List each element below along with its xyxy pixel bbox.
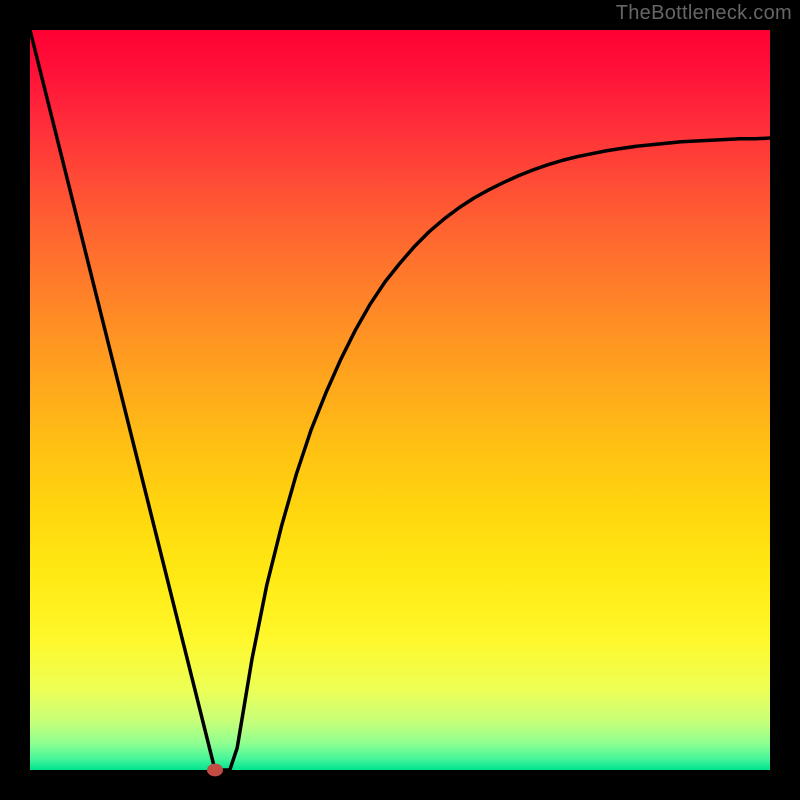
gradient-background	[30, 30, 770, 770]
watermark-label: TheBottleneck.com	[616, 2, 792, 25]
bottleneck-chart	[0, 0, 800, 800]
chart-container: TheBottleneck.com	[0, 0, 800, 800]
optimal-point-marker	[207, 764, 223, 777]
